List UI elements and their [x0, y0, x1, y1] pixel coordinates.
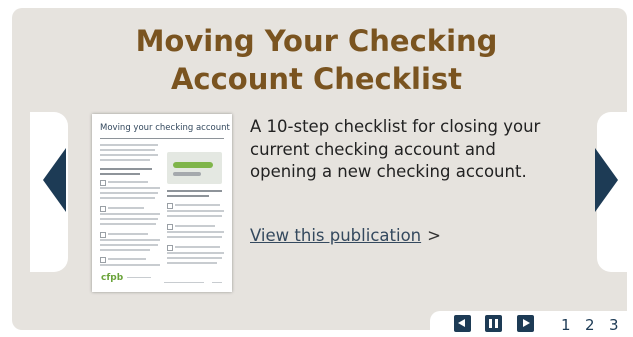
thumbnail-text-line	[100, 192, 158, 194]
thumbnail-checkbox	[100, 206, 106, 212]
thumbnail-text-line	[100, 149, 155, 151]
thumbnail-text-line	[167, 236, 222, 238]
thumbnail-checkbox	[100, 180, 106, 186]
skip-back-icon[interactable]	[454, 315, 471, 332]
thumbnail-text-line	[167, 262, 217, 264]
thumbnail-text-line	[100, 187, 160, 189]
thumbnail-checkbox	[167, 203, 173, 209]
thumbnail-checkbox	[100, 257, 106, 263]
thumbnail-text-line	[100, 249, 150, 251]
thumbnail-text-line	[167, 215, 222, 217]
thumbnail-text-line	[108, 207, 144, 209]
view-publication-link[interactable]: View this publication	[250, 226, 421, 245]
thumbnail-text-line	[100, 154, 158, 156]
thumbnail-text-line	[100, 218, 158, 220]
thumbnail-text-line	[167, 190, 222, 192]
thumbnail-text-line	[127, 277, 151, 278]
thumbnail-text-line	[100, 144, 158, 146]
thumbnail-text-line	[164, 282, 204, 283]
link-arrow: >	[427, 226, 441, 245]
thumbnail-text-line	[100, 213, 160, 215]
page-3-link[interactable]: 3	[609, 316, 619, 334]
page-2-link[interactable]: 2	[585, 316, 595, 334]
thumbnail-text-line	[175, 246, 220, 248]
thumbnail-text-line	[100, 197, 155, 199]
thumbnail-text-line	[175, 225, 215, 227]
thumbnail-title: Moving your checking account	[100, 123, 230, 133]
thumbnail-text-line	[100, 223, 156, 225]
thumbnail-checkbox	[167, 224, 173, 230]
thumbnail-text-line	[108, 233, 148, 235]
thumbnail-checkbox	[100, 232, 106, 238]
thumbnail-rule	[100, 138, 224, 139]
chevron-right-icon[interactable]	[595, 148, 618, 212]
thumbnail-text-line	[100, 244, 158, 246]
chevron-left-icon[interactable]	[43, 148, 66, 212]
slide-description: A 10-step checklist for closing your cur…	[250, 117, 541, 181]
thumbnail-text-line	[100, 159, 150, 161]
thumbnail-text-line	[100, 173, 140, 175]
cfpb-logo: cfpb	[101, 273, 124, 283]
slide-title: Moving Your Checking Account Checklist	[0, 22, 633, 98]
slide-title-line-2: Account Checklist	[170, 62, 463, 96]
thumbnail-text-line	[167, 252, 224, 254]
thumbnail-text-line	[100, 264, 160, 266]
thumbnail-text-line	[167, 257, 222, 259]
thumbnail-text-line	[175, 204, 220, 206]
pause-icon[interactable]	[485, 315, 502, 332]
publication-thumbnail[interactable]: Moving your checking account cfpb	[92, 114, 232, 292]
thumbnail-text-line	[108, 258, 146, 260]
page-1-link[interactable]: 1	[561, 316, 571, 334]
thumbnail-text-line	[167, 195, 209, 197]
publication-link-row: View this publication >	[250, 226, 441, 245]
thumbnail-text-line	[100, 168, 152, 170]
slide-title-line-1: Moving Your Checking	[135, 24, 498, 58]
skip-forward-icon[interactable]	[517, 315, 534, 332]
thumbnail-text-line	[167, 210, 224, 212]
thumbnail-text-line	[100, 239, 160, 241]
thumbnail-text-line	[167, 231, 224, 233]
thumbnail-text-line	[108, 181, 148, 183]
thumbnail-text-line	[212, 282, 222, 283]
thumbnail-checkbox	[167, 245, 173, 251]
thumbnail-image	[167, 152, 222, 184]
